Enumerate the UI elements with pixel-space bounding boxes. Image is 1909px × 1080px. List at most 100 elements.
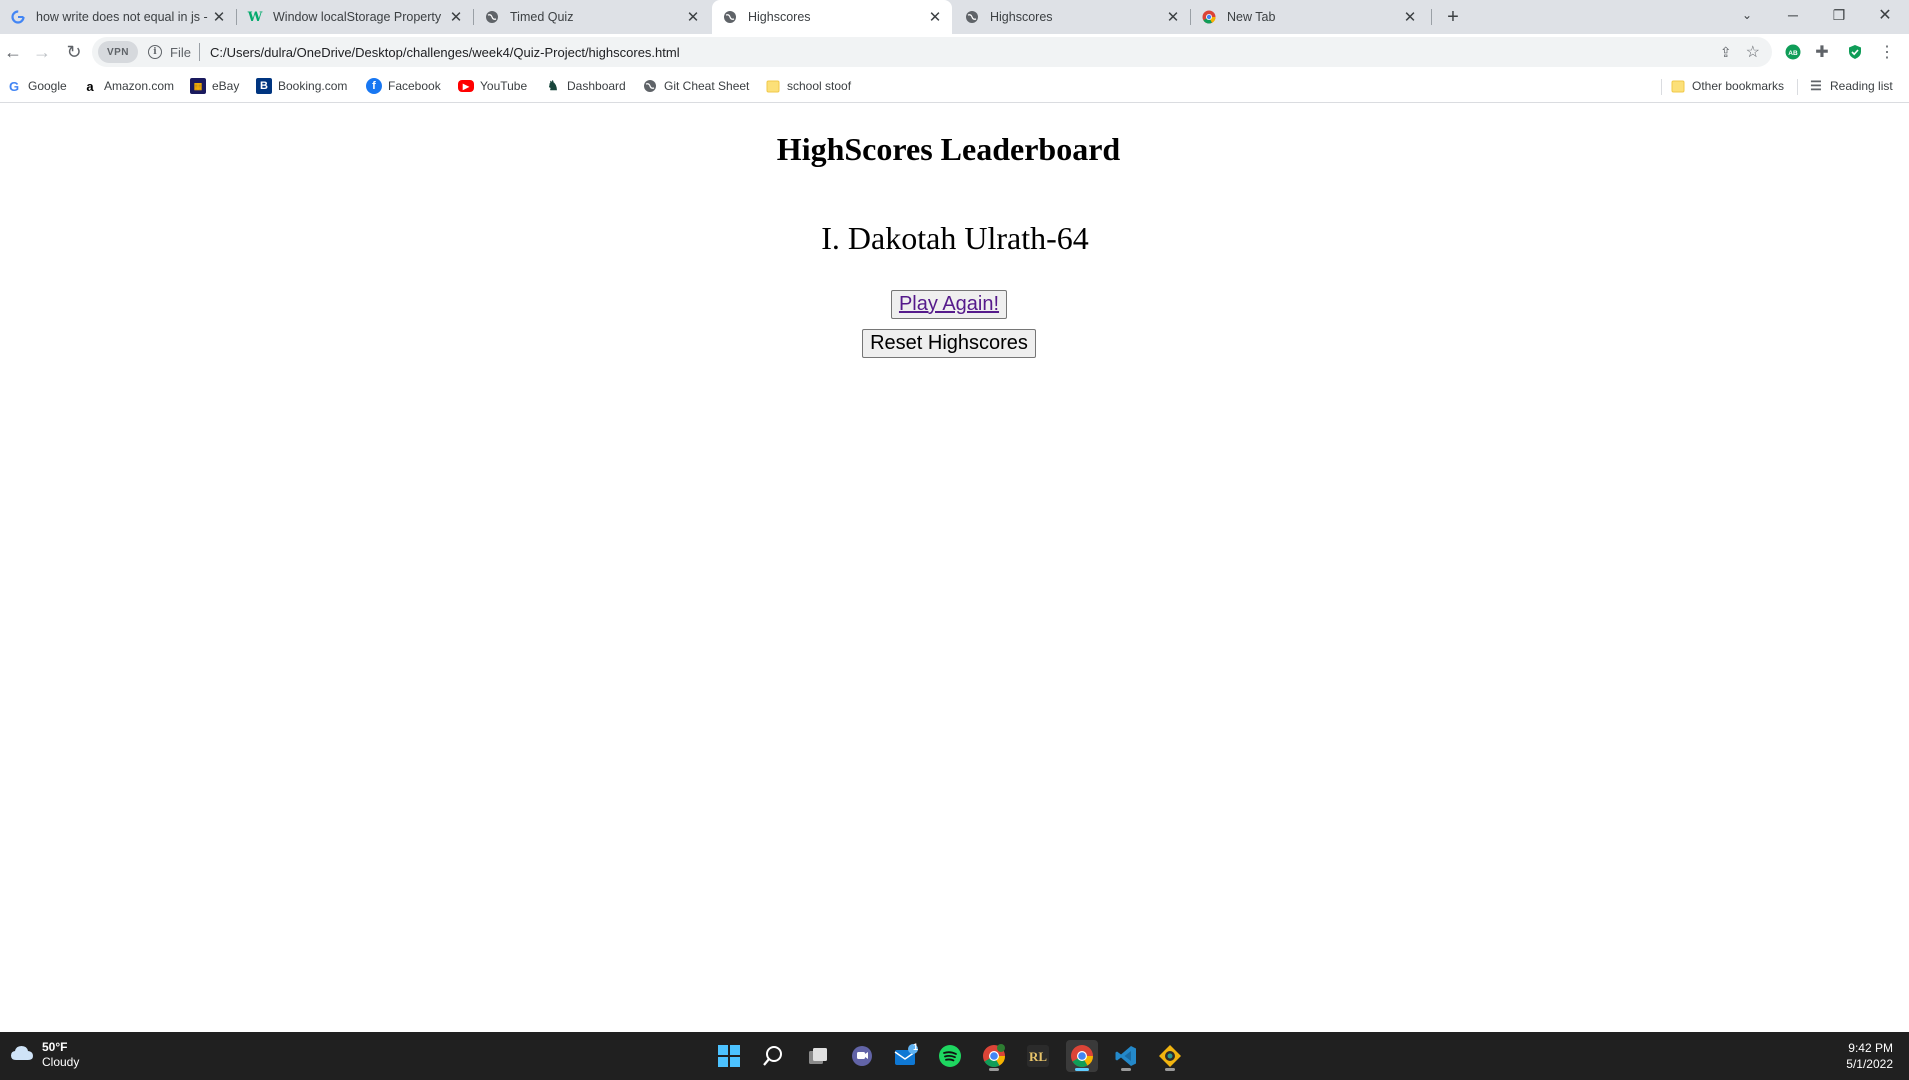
tab-timed-quiz[interactable]: Timed Quiz ✕ xyxy=(474,0,710,34)
tab-localstorage[interactable]: W Window localStorage Property ✕ xyxy=(237,0,473,34)
omnibox-separator xyxy=(198,43,200,61)
close-tab-icon[interactable]: ✕ xyxy=(682,6,704,28)
bookmark-label: Git Cheat Sheet xyxy=(664,79,750,93)
play-again-button[interactable]: Play Again! xyxy=(891,290,1007,319)
tab-title: Highscores xyxy=(990,10,1053,24)
amazon-icon: a xyxy=(86,78,94,94)
chrome-profile-icon[interactable] xyxy=(978,1040,1010,1072)
bookmarks-bar: G Google a Amazon.com ▦ eBay B Booking.c… xyxy=(0,70,1909,103)
clock-date: 5/1/2022 xyxy=(1846,1057,1893,1071)
folder-icon xyxy=(765,78,781,94)
reading-list-label: Reading list xyxy=(1830,79,1893,93)
chrome-icon[interactable] xyxy=(1066,1040,1098,1072)
back-button[interactable]: ← xyxy=(0,39,26,65)
system-clock[interactable]: 9:42 PM 5/1/2022 xyxy=(1846,1040,1893,1072)
close-tab-icon[interactable]: ✕ xyxy=(208,6,230,28)
info-icon[interactable]: i xyxy=(148,45,162,59)
extensions-puzzle-icon[interactable]: ✚ xyxy=(1812,42,1832,62)
vscode-icon[interactable] xyxy=(1110,1040,1142,1072)
svg-text:AB: AB xyxy=(1788,50,1798,57)
highscore-entry: I. Dakotah Ulrath-64 xyxy=(0,220,1909,257)
tab-search-button[interactable]: ⌄ xyxy=(1724,0,1770,30)
star-icon[interactable]: ☆ xyxy=(1746,42,1760,62)
forward-button[interactable]: → xyxy=(29,39,55,65)
temperature: 50°F xyxy=(42,1040,68,1054)
folder-icon xyxy=(1670,78,1686,94)
reload-button[interactable]: ↻ xyxy=(61,39,87,65)
close-tab-icon[interactable]: ✕ xyxy=(1162,6,1184,28)
cloud-icon xyxy=(10,1044,34,1067)
close-tab-icon[interactable]: ✕ xyxy=(924,6,946,28)
facebook-icon: f xyxy=(366,78,382,94)
w3schools-icon: W xyxy=(247,9,263,25)
reading-list-icon: ☰ xyxy=(1810,78,1822,93)
tab-title: Highscores xyxy=(748,10,811,24)
chrome-icon xyxy=(1201,9,1217,25)
bookmark-facebook[interactable]: f Facebook xyxy=(366,77,441,95)
play-again-link[interactable]: Play Again! xyxy=(899,293,999,316)
youtube-icon: ▶ xyxy=(458,80,474,92)
bookmark-google[interactable]: G Google xyxy=(6,77,67,95)
teams-chat-icon[interactable] xyxy=(846,1040,878,1072)
start-windows-icon[interactable] xyxy=(713,1040,745,1072)
git-kraken-icon[interactable] xyxy=(1154,1040,1186,1072)
globe-icon xyxy=(964,9,980,25)
bookmark-label: Amazon.com xyxy=(104,79,175,93)
other-bookmarks-label: Other bookmarks xyxy=(1692,79,1785,93)
tab-strip: how write does not equal in js - G ✕ W W… xyxy=(0,0,1909,34)
bookmark-git-cheat-sheet[interactable]: Git Cheat Sheet xyxy=(642,77,749,95)
highscore-text: Dakotah Ulrath-64 xyxy=(847,220,1089,256)
tab-separator xyxy=(1431,9,1432,25)
bookmark-dashboard[interactable]: ♞ Dashboard xyxy=(545,77,626,95)
page-title: HighScores Leaderboard xyxy=(776,131,1121,167)
ebay-icon: ▦ xyxy=(190,78,206,94)
running-indicator xyxy=(1075,1068,1089,1071)
bookmark-amazon[interactable]: a Amazon.com xyxy=(82,77,174,95)
bookmark-folder-school-stoof[interactable]: school stoof xyxy=(765,77,851,95)
tab-highscores-active[interactable]: Highscores ✕ xyxy=(712,0,952,34)
shield-extension-icon[interactable] xyxy=(1845,42,1865,62)
url-text[interactable]: C:/Users/dulra/OneDrive/Desktop/challeng… xyxy=(210,45,680,60)
search-icon[interactable] xyxy=(757,1040,789,1072)
menu-kebab-icon[interactable]: ⋮ xyxy=(1877,42,1897,62)
reset-highscores-button[interactable]: Reset Highscores xyxy=(862,329,1036,358)
dashboard-icon: ♞ xyxy=(547,78,559,93)
globe-icon xyxy=(484,9,500,25)
spotify-icon[interactable] xyxy=(934,1040,966,1072)
tab-new-tab[interactable]: New Tab ✕ xyxy=(1191,0,1427,34)
bookmark-ebay[interactable]: ▦ eBay xyxy=(190,77,239,95)
bookmark-label: YouTube xyxy=(480,79,528,93)
rl-app-icon[interactable]: RL xyxy=(1022,1040,1054,1072)
restore-button[interactable]: ❐ xyxy=(1816,0,1862,30)
close-window-button[interactable]: ✕ xyxy=(1862,0,1908,30)
new-tab-button[interactable]: + xyxy=(1441,5,1465,29)
mail-icon[interactable]: 1 xyxy=(890,1040,922,1072)
other-bookmarks[interactable]: Other bookmarks xyxy=(1670,77,1784,95)
bookmark-booking[interactable]: B Booking.com xyxy=(256,77,347,95)
page-content: HighScores Leaderboard I. Dakotah Ulrath… xyxy=(0,104,1909,1032)
google-icon: G xyxy=(8,78,20,94)
task-view-icon[interactable] xyxy=(802,1040,834,1072)
globe-icon xyxy=(722,9,738,25)
bookmark-label: Facebook xyxy=(388,79,441,93)
vpn-badge[interactable]: VPN xyxy=(98,41,138,63)
close-tab-icon[interactable]: ✕ xyxy=(445,6,467,28)
address-bar[interactable]: VPN i File C:/Users/dulra/OneDrive/Deskt… xyxy=(92,37,1772,67)
bookmark-youtube[interactable]: ▶ YouTube xyxy=(458,77,527,95)
tab-google-search[interactable]: how write does not equal in js - G ✕ xyxy=(0,0,236,34)
reading-list[interactable]: ☰ Reading list xyxy=(1808,77,1893,95)
tab-highscores[interactable]: Highscores ✕ xyxy=(954,0,1190,34)
weather-condition: Cloudy xyxy=(42,1055,80,1069)
booking-icon: B xyxy=(256,78,272,94)
adblock-extension-icon[interactable]: AB xyxy=(1783,42,1803,62)
bookmarks-separator xyxy=(1797,79,1798,95)
tab-title: Window localStorage Property xyxy=(273,10,442,24)
minimize-button[interactable]: ─ xyxy=(1770,0,1816,30)
share-icon[interactable]: ⇪ xyxy=(1720,44,1732,61)
close-tab-icon[interactable]: ✕ xyxy=(1399,6,1421,28)
windows-taskbar: 50°F Cloudy 1 RL 9:42 PM 5/1/2022 xyxy=(0,1032,1909,1080)
browser-toolbar: ← → ↻ VPN i File C:/Users/dulra/OneDrive… xyxy=(0,34,1909,70)
weather-widget[interactable]: 50°F Cloudy xyxy=(10,1040,79,1070)
clock-time: 9:42 PM xyxy=(1848,1041,1893,1055)
highscore-list: I. Dakotah Ulrath-64 xyxy=(0,220,1909,257)
